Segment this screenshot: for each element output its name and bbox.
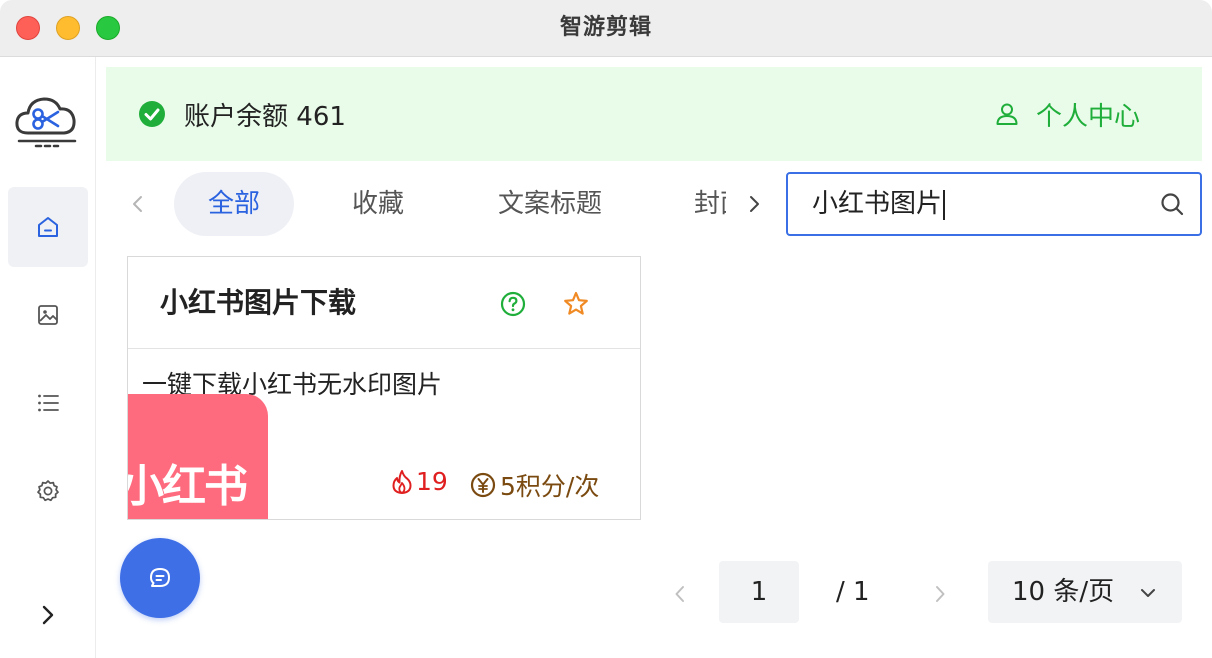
sidebar-item-list[interactable] <box>8 363 88 443</box>
prev-page-button[interactable] <box>662 572 698 616</box>
yen-coin-icon <box>470 472 496 498</box>
tool-card[interactable]: 小红书图片下载 一键下载小红书无水印图片 小红书 19 5积分/次 <box>127 256 641 520</box>
chevron-right-icon <box>936 586 945 602</box>
thumbnail-logo-text: 小红书 <box>128 461 248 512</box>
balance-label: 账户余额 <box>184 101 289 132</box>
balance-value: 461 <box>296 101 346 132</box>
search-input[interactable]: 小红书图片 <box>786 172 1202 236</box>
tab-favorites[interactable]: 收藏 <box>328 172 428 236</box>
page-size-select[interactable]: 10 条/页 <box>988 561 1182 623</box>
tab-cover[interactable]: 封面 <box>694 172 726 236</box>
star-icon[interactable] <box>562 290 590 318</box>
search-icon[interactable] <box>1158 190 1186 218</box>
image-icon <box>38 305 58 325</box>
tab-copy-titles[interactable]: 文案标题 <box>480 172 620 236</box>
search-value: 小红书图片 <box>812 189 943 219</box>
list-icon <box>38 394 59 412</box>
chat-icon <box>150 568 170 587</box>
title-bar: 智游剪辑 <box>0 0 1212 57</box>
app-logo <box>14 93 80 149</box>
sidebar-item-images[interactable] <box>8 275 88 355</box>
tabs-scroll-right-button[interactable] <box>734 172 774 236</box>
text-caret <box>943 189 946 220</box>
current-page-input[interactable]: 1 <box>719 561 799 623</box>
chevron-right-icon <box>42 605 54 625</box>
card-header: 小红书图片下载 <box>128 257 640 349</box>
hot-count-value: 19 <box>416 467 448 496</box>
profile-link[interactable]: 个人中心 <box>994 67 1140 161</box>
chevron-right-icon <box>750 196 759 212</box>
check-circle-icon <box>139 101 165 127</box>
tabs-scroll-left-button[interactable] <box>118 172 158 236</box>
sidebar-item-settings[interactable] <box>8 451 88 531</box>
profile-label: 个人中心 <box>1035 101 1140 132</box>
card-thumbnail: 小红书 <box>128 394 268 519</box>
chevron-down-icon <box>1141 589 1155 597</box>
help-icon[interactable] <box>500 291 526 317</box>
account-balance: 账户余额 461 <box>138 67 346 161</box>
gear-icon <box>37 480 59 502</box>
user-icon <box>996 103 1018 125</box>
category-tabs: 全部 收藏 文案标题 封面 <box>106 172 786 236</box>
sidebar-expand-button[interactable] <box>28 595 68 635</box>
window-title: 智游剪辑 <box>559 15 652 40</box>
page-size-label: 10 条/页 <box>1012 577 1115 607</box>
home-icon <box>38 217 58 237</box>
sidebar-item-home[interactable] <box>8 187 88 267</box>
price: 5积分/次 <box>470 467 599 503</box>
app-window: 智游剪辑 账户余额 461 个人中心 全部 收藏 文案标题 封 小红书图片 小红… <box>0 0 1212 658</box>
card-title: 小红书图片下载 <box>160 286 357 319</box>
tab-all[interactable]: 全部 <box>174 172 294 236</box>
price-value: 5积分/次 <box>500 472 600 501</box>
chat-button[interactable] <box>120 538 200 618</box>
total-pages: / 1 <box>836 577 870 607</box>
fire-icon <box>392 469 412 494</box>
chevron-left-icon <box>133 196 142 212</box>
sidebar <box>0 57 96 658</box>
balance-banner: 账户余额 461 个人中心 <box>106 67 1202 161</box>
next-page-button[interactable] <box>922 572 958 616</box>
hot-count: 19 <box>390 467 448 496</box>
chevron-left-icon <box>675 586 684 602</box>
